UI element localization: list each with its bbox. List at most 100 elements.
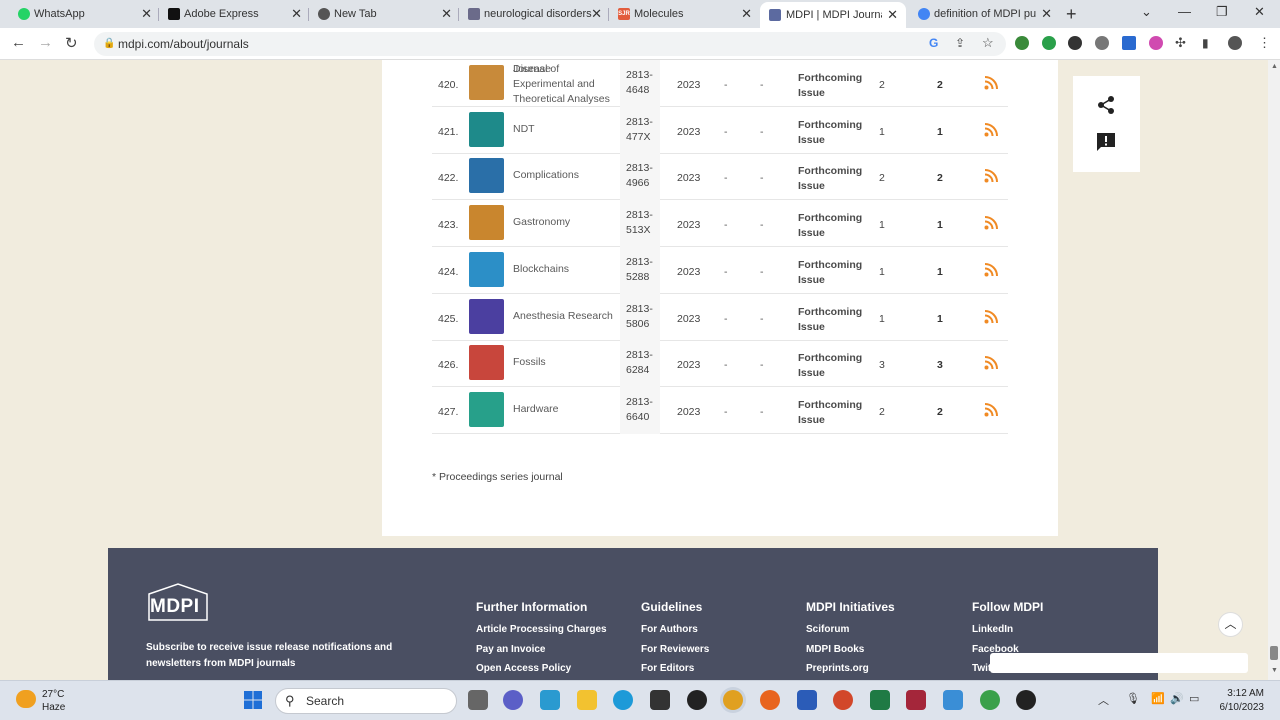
file-explorer-icon[interactable] [577,690,597,710]
footer-link[interactable]: Open Access Policy [476,663,607,680]
footer-link[interactable]: Preprints.org [806,663,895,680]
close-tab-icon[interactable]: ✕ [141,7,152,20]
microphone-icon[interactable]: 🎙 [1126,692,1140,705]
close-tab-icon[interactable]: ✕ [441,7,452,20]
forthcoming-issue-link[interactable]: Forthcoming Issue [798,351,868,381]
journal-logo[interactable] [469,158,504,194]
teams-chat-icon[interactable] [503,690,523,710]
scroll-thumb[interactable] [1270,646,1278,660]
extension-icon[interactable] [1122,36,1136,50]
forward-icon[interactable]: → [38,34,53,51]
volume-icon[interactable]: 🔊 [1170,692,1184,705]
journal-name[interactable]: Blockchains [513,262,623,277]
tab-definition-mdpi[interactable]: definition of MDPI pu ✕ [916,0,1052,28]
scroll-down-arrow[interactable]: ▼ [1271,667,1278,674]
forthcoming-issue-link[interactable]: Forthcoming Issue [798,71,868,101]
reload-icon[interactable]: ↻ [65,34,78,52]
obs-icon[interactable] [1016,690,1036,710]
bookmark-star-icon[interactable]: ☆ [982,35,994,51]
maximize-button[interactable]: ❐ [1216,4,1228,20]
windows-start-icon[interactable] [244,691,262,709]
notepad-icon[interactable] [943,690,963,710]
word-icon[interactable] [797,690,817,710]
tab-adobe-express[interactable]: Adobe Express ✕ [166,0,302,28]
footer-link[interactable]: Article Processing Charges [476,624,607,644]
journal-logo[interactable] [469,251,504,287]
footer-link[interactable]: Sciforum [806,624,895,644]
journal-name[interactable]: Hardware [513,402,623,417]
show-hidden-icons[interactable]: ︿ [1098,692,1109,708]
extension-icon[interactable] [1095,36,1109,50]
task-view-icon[interactable] [468,690,488,710]
system-clock[interactable]: 3:12 AM 6/10/2023 [1198,687,1265,715]
tab-molecules[interactable]: SJR Molecules ✕ [616,0,752,28]
journal-logo[interactable] [469,345,504,381]
close-tab-icon[interactable]: ✕ [887,8,898,21]
forthcoming-issue-link[interactable]: Forthcoming Issue [798,164,868,194]
tab-new-tab[interactable]: New Tab ✕ [316,0,452,28]
journal-logo[interactable] [469,391,504,427]
journal-logo[interactable] [469,65,504,100]
close-tab-icon[interactable]: ✕ [591,7,602,20]
journal-name[interactable]: NDT [513,122,623,137]
close-window-button[interactable]: ✕ [1254,4,1265,20]
footer-link[interactable]: For Reviewers [641,644,709,664]
tab-search-icon[interactable]: ⌄ [1141,4,1152,20]
journal-name[interactable]: Anesthesia Research [513,309,623,324]
rss-icon[interactable] [984,402,998,417]
side-panel-icon[interactable]: ▮ [1202,36,1209,50]
feedback-icon[interactable] [1096,132,1116,152]
excel-icon[interactable] [870,690,890,710]
extension-icon[interactable] [1015,36,1029,50]
rss-icon[interactable] [984,76,998,90]
wifi-icon[interactable]: 📶 [1151,692,1165,705]
journal-logo[interactable] [469,205,504,241]
rss-icon[interactable] [984,216,998,230]
tab-whatsapp[interactable]: WhatsApp ✕ [16,0,152,28]
powerpoint-icon[interactable] [833,690,853,710]
extension-icon[interactable] [1068,36,1082,50]
dell-icon[interactable] [687,690,707,710]
new-tab-button[interactable]: + [1066,4,1077,25]
footer-link[interactable]: For Authors [641,624,709,644]
close-tab-icon[interactable]: ✕ [741,7,752,20]
profile-avatar[interactable] [1228,36,1242,50]
firefox-icon[interactable] [760,690,780,710]
forthcoming-issue-link[interactable]: Forthcoming Issue [798,398,868,428]
back-icon[interactable]: ← [11,34,26,51]
journal-logo[interactable] [469,111,504,147]
forthcoming-issue-link[interactable]: Forthcoming Issue [798,211,868,241]
footer-link[interactable]: Pay an Invoice [476,644,607,664]
extensions-puzzle-icon[interactable]: ✣ [1175,35,1186,51]
journal-name[interactable]: Complications [513,168,623,183]
weather-widget[interactable]: 27°C Haze [16,688,65,714]
footer-link[interactable]: For Editors [641,663,709,680]
back-to-top-button[interactable]: ︿ [1218,612,1243,637]
footer-link[interactable]: LinkedIn [972,624,1043,644]
page-scrollbar[interactable]: ▲ ▼ [1268,60,1280,680]
journal-name[interactable]: Gastronomy [513,215,623,230]
store-icon[interactable] [650,690,670,710]
chrome-icon[interactable] [723,690,743,710]
google-lens-icon[interactable]: G [929,36,938,50]
rss-icon[interactable] [984,262,998,277]
journal-name[interactable]: Fossils [513,355,623,370]
share-page-icon[interactable]: ⇪ [955,36,965,50]
taskbar-search[interactable]: ⚲ Search [275,688,457,714]
forthcoming-issue-link[interactable]: Forthcoming Issue [798,305,868,335]
widgets-icon[interactable] [540,690,560,710]
rss-icon[interactable] [984,309,998,324]
tab-mdpi-journals[interactable]: MDPI | MDPI Journal ✕ [760,2,906,28]
forthcoming-issue-link[interactable]: Forthcoming Issue [798,258,868,288]
access-icon[interactable] [906,690,926,710]
close-tab-icon[interactable]: ✕ [291,7,302,20]
extension-icon[interactable] [1149,36,1163,50]
app-icon[interactable] [980,690,1000,710]
footer-link[interactable]: MDPI Books [806,644,895,664]
minimize-button[interactable]: — [1178,4,1191,19]
share-icon[interactable] [1096,95,1116,115]
close-tab-icon[interactable]: ✕ [1041,7,1052,20]
rss-icon[interactable] [984,122,998,137]
tab-neurological[interactable]: neurological disorders ✕ [466,0,602,28]
extension-icon[interactable] [1042,36,1056,50]
